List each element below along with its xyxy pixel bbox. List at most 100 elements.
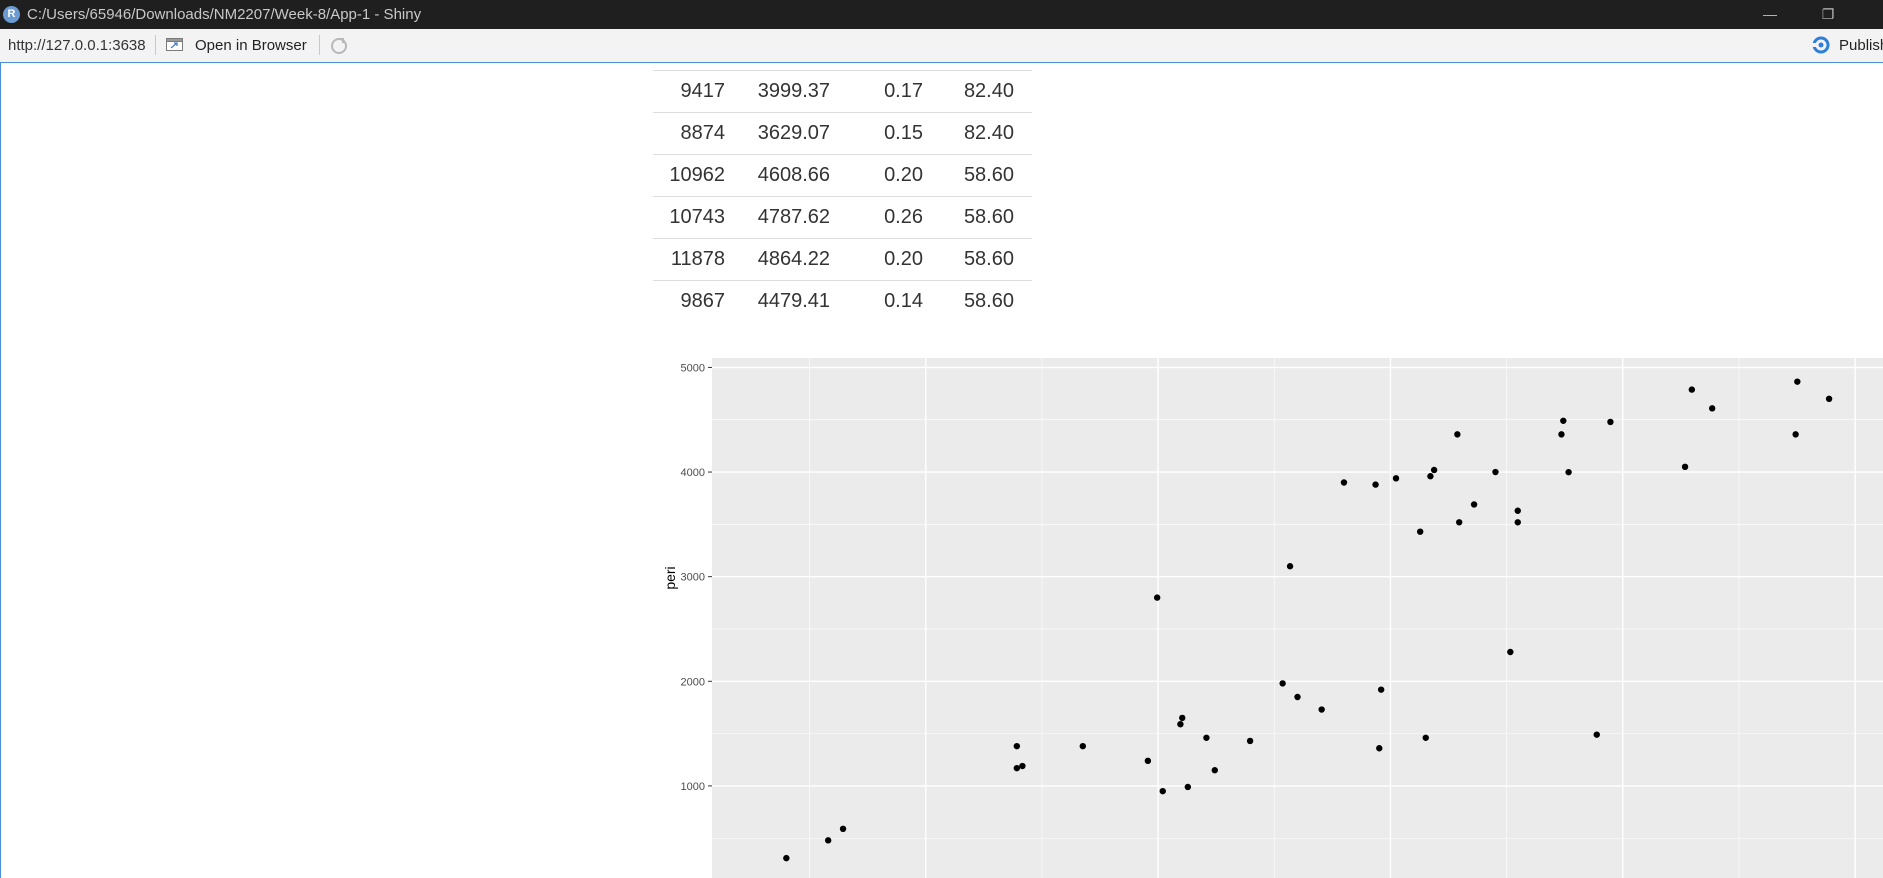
data-point	[1184, 783, 1192, 791]
data-point	[1492, 468, 1499, 476]
table-row: 9417 3999.37 0.17 82.40	[653, 70, 1032, 113]
toolbar-separator	[155, 35, 156, 55]
table-cell: 0.17	[830, 70, 923, 113]
data-point	[1514, 507, 1521, 514]
data-point	[1565, 468, 1572, 476]
table-cell: 58.60	[923, 280, 1032, 322]
table-cell: 82.40	[923, 70, 1032, 113]
table-cell: 4787.62	[725, 196, 830, 239]
table-cell: 82.40	[923, 112, 1032, 155]
table-row: 11878 4864.22 0.20 58.60	[653, 238, 1032, 281]
data-point	[1318, 706, 1325, 713]
data-point	[1708, 405, 1716, 412]
data-point	[783, 854, 790, 862]
page-frame-border	[0, 62, 1, 878]
data-point	[1153, 594, 1161, 601]
table-cell: 4864.22	[725, 238, 830, 281]
data-table: 9417 3999.37 0.17 82.40 8874 3629.07 0.15 82.40…	[653, 70, 1032, 322]
table-cell: 3999.37	[725, 70, 830, 113]
table-row: 9867 4479.41 0.14 58.60	[653, 280, 1032, 322]
data-point	[1607, 418, 1614, 426]
table-row: 8874 3629.07 0.15 82.40	[653, 112, 1032, 155]
data-point	[1560, 417, 1567, 424]
data-point	[1422, 734, 1429, 741]
table-cell: 0.20	[830, 154, 923, 197]
r-app-icon: R	[3, 6, 20, 23]
data-point	[1794, 378, 1801, 385]
table-cell: 0.14	[830, 280, 923, 322]
table-cell: 8874	[653, 112, 725, 155]
open-in-browser-label: Open in Browser	[195, 37, 307, 54]
data-point	[1013, 764, 1021, 772]
data-point	[1144, 757, 1152, 765]
y-tick-label: 4000	[681, 467, 705, 479]
data-point	[1558, 431, 1565, 438]
data-point	[1279, 680, 1286, 687]
scatter-plot: 2500500075001000012500100020003000400050…	[662, 358, 1883, 878]
window-title-bar: R C:/Users/65946/Downloads/NM2207/Week-8…	[0, 0, 1883, 29]
table-cell: 10743	[653, 196, 725, 239]
y-axis-label: peri	[662, 566, 678, 589]
table-cell: 4479.41	[725, 280, 830, 322]
table-cell: 9867	[653, 280, 725, 322]
window-title: C:/Users/65946/Downloads/NM2207/Week-8/A…	[27, 6, 422, 23]
table-cell: 10962	[653, 154, 725, 197]
data-point	[1211, 767, 1218, 774]
y-tick-label: 1000	[681, 781, 705, 793]
data-point	[1286, 563, 1294, 570]
table-row: 10743 4787.62 0.26 58.60	[653, 196, 1032, 239]
data-point	[1392, 475, 1400, 482]
data-point	[839, 825, 847, 833]
table-cell: 3629.07	[725, 112, 830, 155]
plot-panel	[712, 358, 1883, 878]
data-point	[1340, 479, 1348, 486]
data-point	[1203, 734, 1210, 741]
data-point	[1372, 481, 1379, 488]
data-point	[1507, 648, 1514, 656]
restore-button[interactable]: ❐	[1813, 4, 1843, 24]
data-point	[1294, 693, 1301, 701]
data-point	[1376, 745, 1383, 752]
table-cell: 58.60	[923, 196, 1032, 239]
data-point	[1013, 742, 1021, 750]
table-cell: 58.60	[923, 238, 1032, 281]
data-point	[1177, 720, 1184, 728]
publish-label: Publish	[1839, 37, 1883, 54]
data-point	[1377, 686, 1385, 693]
url-label: http://127.0.0.1:3638	[8, 37, 146, 54]
data-point	[1019, 762, 1026, 770]
data-point	[1246, 737, 1254, 745]
table-cell: 0.26	[830, 196, 923, 239]
data-point	[1454, 431, 1461, 438]
table-row: 10962 4608.66 0.20 58.60	[653, 154, 1032, 197]
data-point	[1681, 463, 1689, 471]
table-cell: 9417	[653, 70, 725, 113]
data-point	[824, 837, 832, 844]
data-point	[1456, 519, 1463, 526]
refresh-icon[interactable]	[329, 36, 349, 56]
data-point	[1416, 528, 1424, 535]
data-point	[1179, 714, 1186, 722]
minimize-button[interactable]: —	[1755, 4, 1785, 24]
y-tick-label: 2000	[681, 676, 705, 688]
data-point	[1825, 395, 1833, 403]
data-point	[1792, 431, 1799, 438]
data-point	[1079, 742, 1087, 750]
publish-icon	[1812, 36, 1830, 54]
data-point	[1688, 386, 1696, 393]
table-cell: 0.20	[830, 238, 923, 281]
table-cell: 11878	[653, 238, 725, 281]
data-point	[1159, 787, 1166, 795]
y-tick-label: 5000	[681, 362, 705, 374]
browser-window-icon	[166, 38, 183, 51]
viewer-toolbar: http://127.0.0.1:3638 Open in Browser Pu…	[0, 29, 1883, 63]
table-cell: 0.15	[830, 112, 923, 155]
data-point	[1430, 466, 1438, 474]
data-point	[1514, 519, 1521, 526]
data-point	[1593, 731, 1600, 738]
y-tick-label: 3000	[681, 572, 705, 584]
data-point	[1427, 473, 1434, 480]
table-cell: 58.60	[923, 154, 1032, 197]
toolbar-separator	[319, 35, 320, 55]
table-cell: 4608.66	[725, 154, 830, 197]
